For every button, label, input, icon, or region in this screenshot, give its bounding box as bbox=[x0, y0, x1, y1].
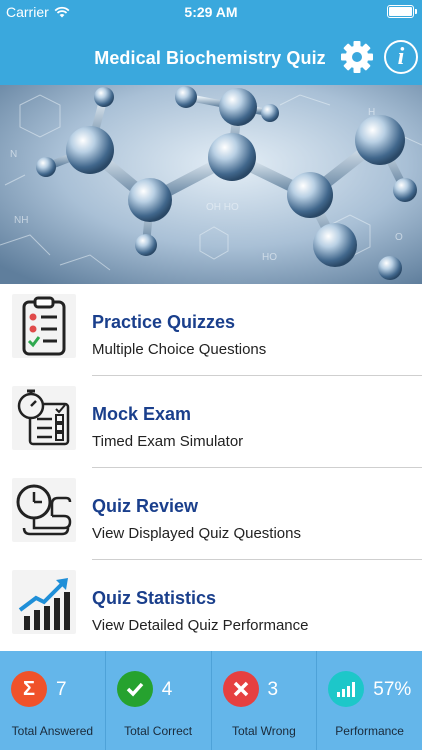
menu-item-quiz-statistics[interactable]: Quiz Statistics View Detailed Quiz Perfo… bbox=[0, 560, 422, 652]
menu-item-subtitle: Multiple Choice Questions bbox=[92, 341, 267, 358]
stopwatch-checklist-icon bbox=[17, 389, 70, 446]
main-menu: Practice Quizzes Multiple Choice Questio… bbox=[0, 284, 422, 652]
clipboard-checklist-icon bbox=[22, 296, 66, 356]
stat-value: 3 bbox=[267, 679, 279, 700]
checkmark-icon bbox=[116, 671, 153, 707]
clock-scroll-icon bbox=[16, 484, 72, 536]
nav-bar: Medical Biochemistry Quiz i bbox=[0, 24, 422, 85]
svg-text:NH: NH bbox=[14, 215, 28, 226]
bar-chart-icon bbox=[328, 671, 365, 707]
gear-icon[interactable] bbox=[340, 40, 374, 74]
svg-text:OH HO: OH HO bbox=[206, 202, 239, 213]
menu-item-practice-quizzes[interactable]: Practice Quizzes Multiple Choice Questio… bbox=[0, 284, 422, 376]
svg-text:N: N bbox=[10, 149, 17, 160]
stat-total-correct[interactable]: 4 Total Correct bbox=[106, 651, 212, 750]
stats-bar: Σ 7 Total Answered 4 Total Correct 3 Tot… bbox=[0, 651, 422, 750]
hero-banner: NH OH HO HO H N O bbox=[0, 85, 422, 284]
menu-item-title: Quiz Review bbox=[92, 496, 199, 516]
stat-label: Total Correct bbox=[124, 724, 193, 738]
stat-label: Performance bbox=[335, 724, 404, 738]
growth-chart-icon bbox=[18, 578, 70, 630]
menu-item-mock-exam[interactable]: Mock Exam Timed Exam Simulator bbox=[0, 376, 422, 468]
menu-item-subtitle: View Displayed Quiz Questions bbox=[92, 525, 301, 542]
menu-item-title: Practice Quizzes bbox=[92, 312, 236, 332]
cross-icon bbox=[222, 671, 259, 707]
menu-item-subtitle: Timed Exam Simulator bbox=[92, 433, 244, 450]
clock: 5:29 AM bbox=[184, 4, 238, 20]
stat-total-wrong[interactable]: 3 Total Wrong bbox=[212, 651, 318, 750]
stat-value: 7 bbox=[56, 679, 67, 700]
stat-value: 4 bbox=[161, 679, 173, 700]
menu-item-quiz-review[interactable]: Quiz Review View Displayed Quiz Question… bbox=[0, 468, 422, 560]
sigma-icon: Σ bbox=[11, 671, 47, 707]
svg-text:O: O bbox=[395, 232, 403, 243]
menu-item-title: Mock Exam bbox=[92, 404, 192, 424]
stat-performance[interactable]: 57% Performance bbox=[317, 651, 422, 750]
stat-label: Total Answered bbox=[11, 724, 94, 738]
molecule-illustration: NH OH HO HO H N O bbox=[0, 85, 422, 284]
battery-icon bbox=[387, 5, 417, 18]
menu-item-title: Quiz Statistics bbox=[92, 588, 217, 608]
stat-total-answered[interactable]: Σ 7 Total Answered bbox=[0, 651, 106, 750]
stat-label: Total Wrong bbox=[231, 724, 296, 738]
info-icon[interactable]: i bbox=[384, 40, 418, 74]
menu-item-subtitle: View Detailed Quiz Performance bbox=[92, 617, 309, 634]
svg-text:HO: HO bbox=[262, 252, 277, 263]
status-bar: Carrier 5:29 AM bbox=[0, 0, 422, 24]
stat-value: 57% bbox=[373, 679, 412, 700]
